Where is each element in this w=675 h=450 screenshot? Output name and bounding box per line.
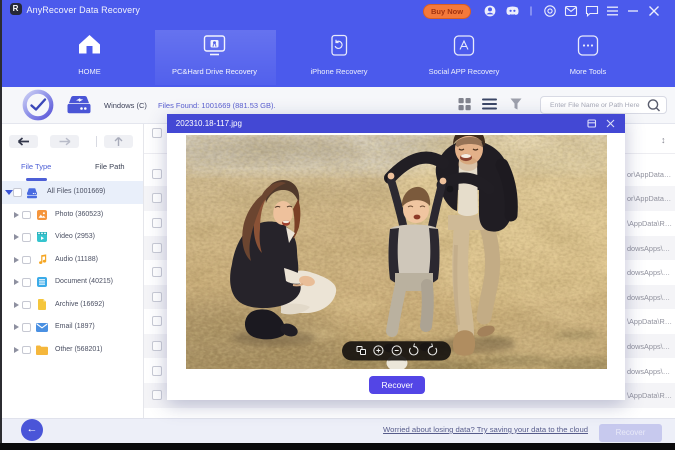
svg-text:HOME: HOME <box>78 67 101 76</box>
svg-text:Social APP Recovery: Social APP Recovery <box>429 67 500 76</box>
svg-text:iPhone Recovery: iPhone Recovery <box>310 67 367 76</box>
svg-text:PC&Hard Drive Recovery: PC&Hard Drive Recovery <box>172 67 257 76</box>
svg-text:More Tools: More Tools <box>570 67 607 76</box>
